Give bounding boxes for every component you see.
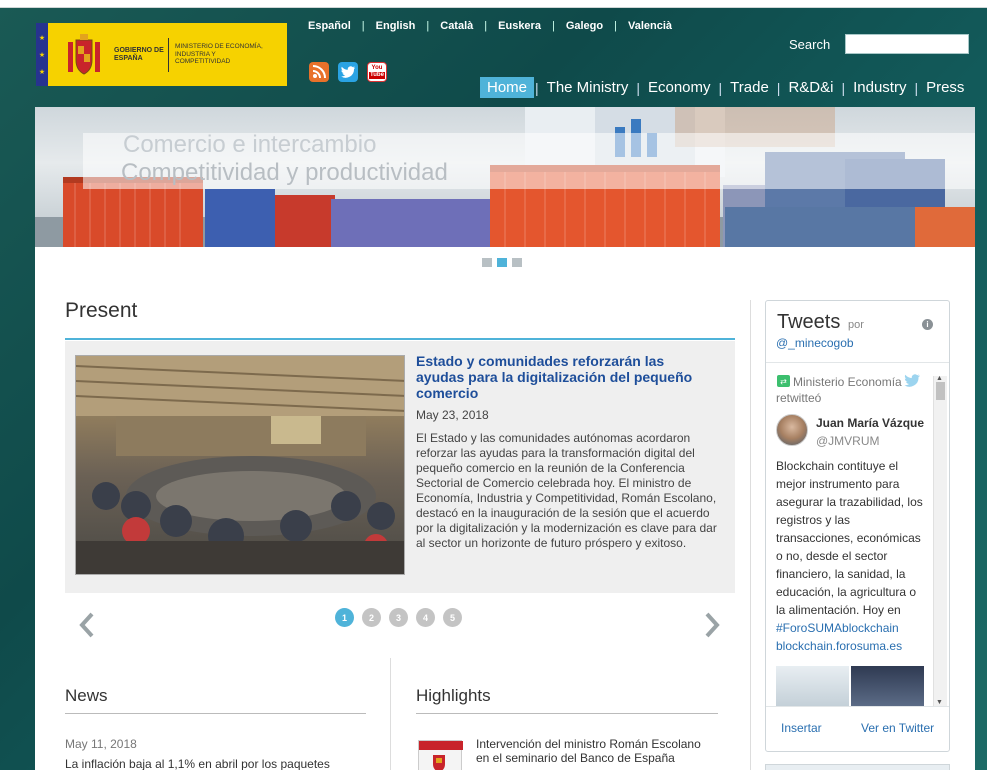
nav-home[interactable]: Home: [480, 77, 535, 98]
pager-page-5[interactable]: 5: [443, 608, 462, 627]
banner-dot-3[interactable]: [512, 258, 522, 267]
twitter-icon[interactable]: [338, 62, 358, 82]
present-heading: Present: [65, 299, 138, 322]
tweet-author-handle[interactable]: @JMVRUM: [816, 434, 880, 448]
twitter-bird-icon[interactable]: [904, 374, 921, 390]
tweet-url-link[interactable]: blockchain.forosuma.es: [776, 639, 902, 653]
nav-rdi[interactable]: R&D&i: [781, 77, 840, 98]
banner-caption-line1: Comercio e intercambio: [123, 131, 377, 158]
pager-page-3[interactable]: 3: [389, 608, 408, 627]
nav-trade[interactable]: Trade: [723, 77, 776, 98]
language-bar: Español | English | Català | Euskera | Galeg…: [308, 20, 673, 32]
gobierno-text: GOBIERNO DE ESPAÑA: [114, 46, 164, 62]
eu-flag-icon: ★ ★ ★: [36, 23, 48, 86]
tweet-hashtag-link[interactable]: #ForoSUMAblockchain: [776, 621, 899, 635]
banner-slide-indicators: [482, 258, 522, 267]
search-input[interactable]: [845, 34, 969, 54]
coat-of-arms-icon: [433, 755, 445, 770]
tweet-media-thumb-2[interactable]: [851, 666, 924, 706]
next-widget-edge: [765, 764, 950, 770]
info-icon[interactable]: i: [922, 319, 933, 330]
tweet-media[interactable]: [776, 666, 924, 706]
tweet-media-thumb-1[interactable]: [776, 666, 849, 706]
banner-dot-1[interactable]: [482, 258, 492, 267]
nav-the-ministry[interactable]: The Ministry: [540, 77, 636, 98]
lang-galego[interactable]: Galego: [566, 20, 603, 32]
coat-of-arms-icon: [68, 33, 100, 75]
banner-dot-2[interactable]: [497, 258, 507, 267]
government-logo[interactable]: ★ ★ ★ GOBIERNO DE ESPAÑA MINISTERIO DE ECO…: [36, 23, 287, 86]
document-thumbnail-icon[interactable]: [418, 740, 463, 770]
highlights-heading: Highlights: [416, 686, 491, 705]
logo-divider: [168, 37, 169, 72]
article-date: May 23, 2018: [416, 408, 489, 422]
lang-euskera[interactable]: Euskera: [498, 20, 541, 32]
article-title-link[interactable]: Estado y comunidades reforzarán las ayud…: [416, 353, 716, 401]
column-divider: [390, 658, 391, 770]
tweets-por: por: [848, 319, 864, 331]
tweet-body: Blockchain contituye el mejor instrument…: [776, 457, 926, 655]
retweeted-label: retwitteó: [776, 391, 822, 405]
scroll-down-icon[interactable]: ▼: [936, 699, 943, 706]
youtube-icon[interactable]: You Tube: [367, 62, 387, 82]
rss-icon[interactable]: [309, 62, 329, 82]
column-divider: [750, 300, 751, 770]
tweets-scrollbar[interactable]: ▲ ▼: [933, 375, 947, 706]
tweet-text: Blockchain contituye el mejor instrument…: [776, 459, 923, 617]
prev-arrow-icon[interactable]: [78, 612, 96, 646]
tweets-header-divider: [766, 362, 949, 363]
pager-page-2[interactable]: 2: [362, 608, 381, 627]
pager-page-1[interactable]: 1: [335, 608, 354, 627]
browser-top-edge: [0, 0, 987, 8]
nav-industry[interactable]: Industry: [846, 77, 913, 98]
lang-catala[interactable]: Català: [440, 20, 473, 32]
present-rule: [65, 338, 735, 340]
avatar[interactable]: [776, 414, 808, 446]
banner-caption-line2: Competitividad y productividad: [121, 159, 448, 186]
news-headline-link[interactable]: La inflación baja al 1,1% en abril por l…: [65, 757, 330, 770]
view-on-twitter-link[interactable]: Ver en Twitter: [861, 721, 934, 735]
nav-economy[interactable]: Economy: [641, 77, 718, 98]
pager-page-4[interactable]: 4: [416, 608, 435, 627]
tweet-author-name[interactable]: Juan María Vázquez: [816, 416, 924, 430]
meeting-room-image: [76, 356, 404, 574]
retweet-icon: ⇄: [777, 375, 790, 387]
lang-english[interactable]: English: [376, 20, 416, 32]
search-label: Search: [789, 37, 831, 52]
social-links: You Tube: [309, 62, 387, 82]
article-body: El Estado y las comunidades autónomas ac…: [416, 431, 717, 550]
news-date: May 11, 2018: [65, 737, 137, 751]
article-pager: 1 2 3 4 5: [335, 608, 462, 627]
scroll-up-icon[interactable]: ▲: [936, 375, 943, 382]
tweets-title: Tweets: [777, 311, 841, 333]
next-arrow-icon[interactable]: [703, 612, 721, 646]
hero-banner[interactable]: Comercio e intercambio Competitividad y …: [35, 107, 975, 247]
tweets-handle-link[interactable]: @_minecogob: [776, 336, 854, 350]
scrollbar-thumb[interactable]: [936, 382, 945, 400]
ministerio-text: MINISTERIO DE ECONOMÍA, INDUSTRIA Y COMP…: [175, 43, 263, 66]
main-nav: Home | The Ministry | Economy | Trade | R&D&…: [480, 77, 971, 98]
lang-valencia[interactable]: Valencià: [628, 20, 672, 32]
highlight-item-link[interactable]: Intervención del ministro Román Escolano…: [476, 737, 716, 765]
lang-espanol[interactable]: Español: [308, 20, 351, 32]
article-photo[interactable]: [75, 355, 405, 575]
nav-press[interactable]: Press: [919, 77, 971, 98]
retweeter-name[interactable]: Ministerio Economía: [793, 375, 902, 389]
highlights-rule: [416, 713, 718, 714]
insert-link[interactable]: Insertar: [781, 721, 822, 735]
news-rule: [65, 713, 366, 714]
news-heading: News: [65, 686, 108, 705]
tweets-footer-divider: [766, 706, 949, 707]
